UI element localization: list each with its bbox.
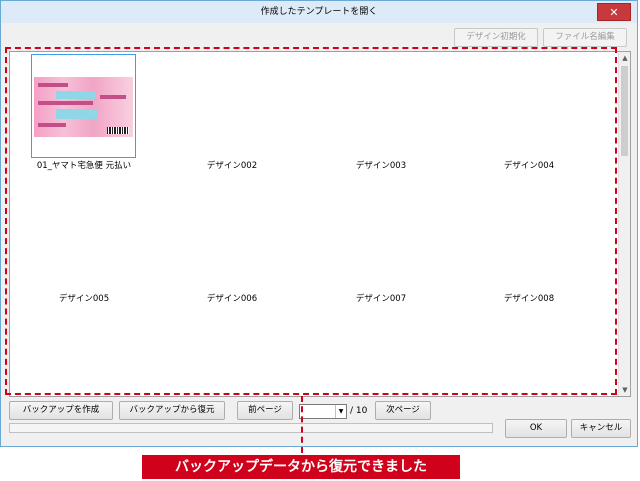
design-thumbnail[interactable] [31, 54, 136, 158]
design-cell-4[interactable]: デザイン004 [459, 159, 599, 171]
chevron-down-icon[interactable]: ▼ [335, 405, 346, 418]
dialog-window: 作成したテンプレートを開く ✕ デザイン初期化 ファイル名編集 01_ヤマト宅急… [0, 0, 638, 447]
page-select[interactable]: ▼ [299, 404, 347, 419]
prev-page-button[interactable]: 前ページ [237, 401, 293, 420]
design-cell-6[interactable]: デザイン006 [162, 292, 302, 304]
design-cell-8[interactable]: デザイン008 [459, 292, 599, 304]
design-cell-3[interactable]: デザイン003 [311, 159, 451, 171]
window-title: 作成したテンプレートを開く [260, 7, 378, 17]
scroll-down-icon[interactable]: ▼ [619, 384, 631, 396]
design-cell-2[interactable]: デザイン002 [162, 159, 302, 171]
shipping-label-image [34, 77, 133, 137]
vertical-scrollbar[interactable]: ▲ ▼ [618, 52, 630, 396]
template-grid: 01_ヤマト宅急便 元払い デザイン002 デザイン003 デザイン004 デザ… [9, 51, 631, 397]
callout-line [301, 396, 303, 453]
scroll-up-icon[interactable]: ▲ [619, 52, 631, 64]
ok-button[interactable]: OK [505, 419, 567, 438]
scroll-thumb[interactable] [621, 66, 628, 156]
restore-success-banner: バックアップデータから復元できました [142, 455, 460, 479]
status-bar [9, 423, 493, 433]
rename-file-button[interactable]: ファイル名編集 [543, 28, 627, 47]
design-label: 01_ヤマト宅急便 元払い [36, 161, 132, 171]
design-reset-button[interactable]: デザイン初期化 [454, 28, 538, 47]
barcode-icon [107, 127, 129, 134]
design-cell-7[interactable]: デザイン007 [311, 292, 451, 304]
backup-restore-button[interactable]: バックアップから復元 [119, 401, 225, 420]
close-button[interactable]: ✕ [597, 3, 631, 21]
title-bar: 作成したテンプレートを開く ✕ [1, 1, 637, 23]
next-page-button[interactable]: 次ページ [375, 401, 431, 420]
cancel-button[interactable]: キャンセル [571, 419, 631, 438]
page-total: / 10 [350, 406, 368, 416]
backup-create-button[interactable]: バックアップを作成 [9, 401, 113, 420]
design-cell-5[interactable]: デザイン005 [14, 292, 154, 304]
